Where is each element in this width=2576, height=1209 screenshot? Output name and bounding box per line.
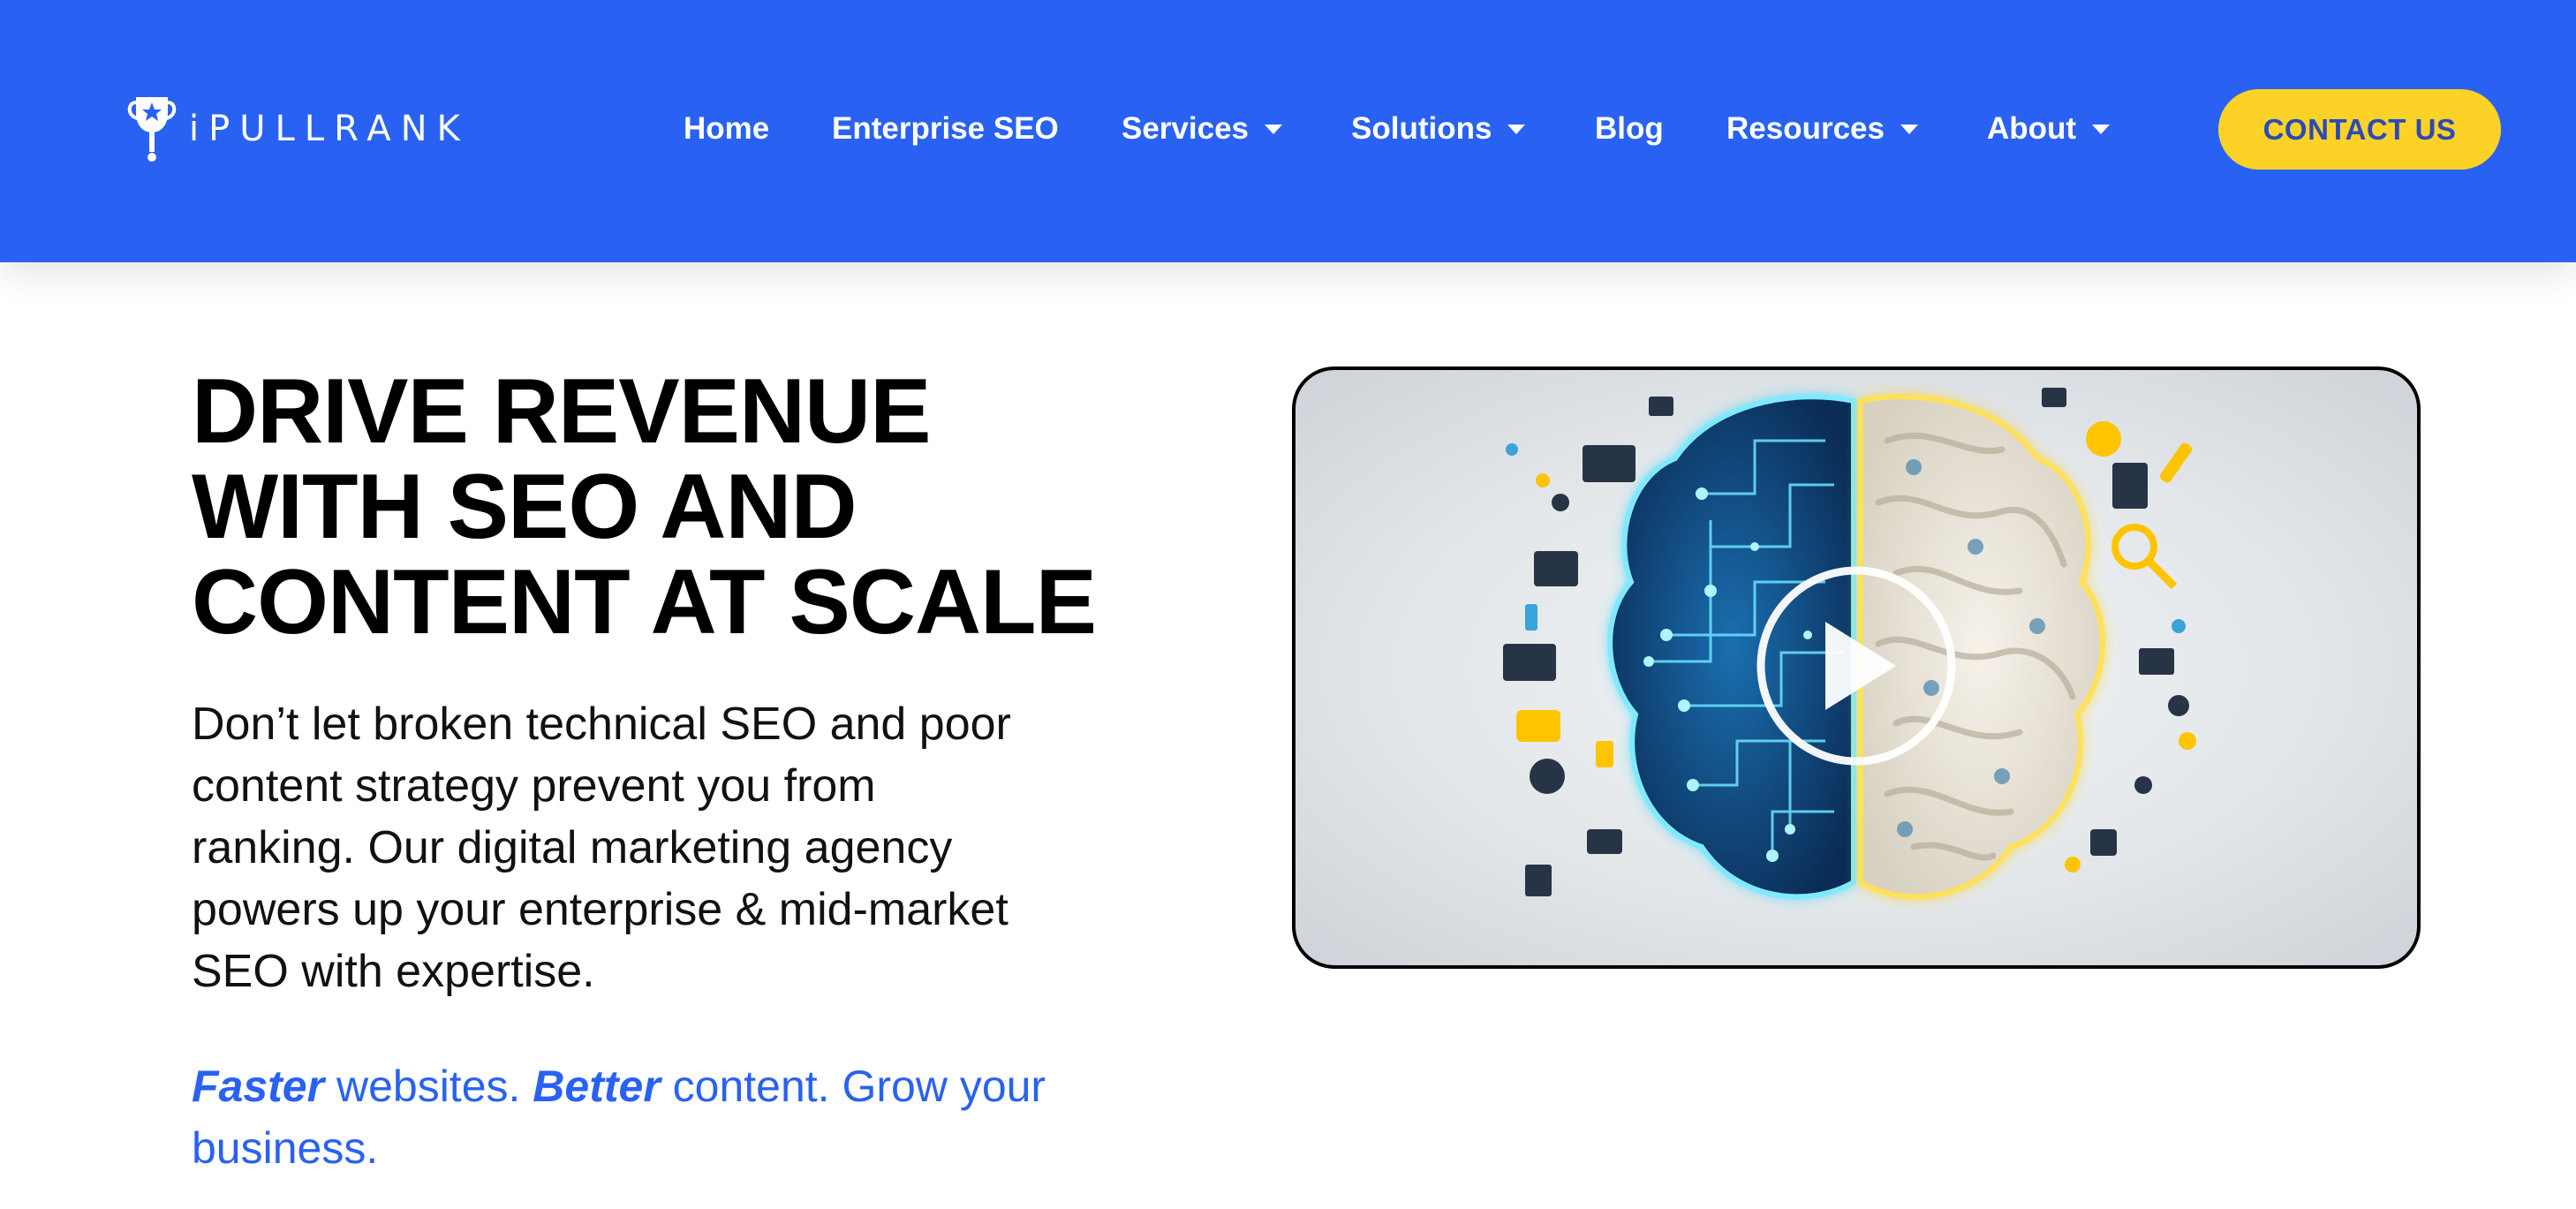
hero-video[interactable] (1292, 366, 2421, 969)
circuit-hemisphere (1607, 394, 1856, 900)
nav-item-enterprise-seo[interactable]: Enterprise SEO (832, 104, 1059, 154)
nav-label: Solutions (1351, 111, 1492, 146)
site-header: iPULLRANK Home Enterprise SEO Services S… (0, 0, 2576, 262)
brain-illustration (1503, 388, 2196, 900)
nav-label: Blog (1595, 111, 1664, 146)
nav-item-resources[interactable]: Resources (1726, 104, 1918, 154)
hero-description-line: Don’t let broken technical SEO and poor (192, 699, 1011, 750)
trophy-icon (127, 97, 177, 162)
hero-title-line: WITH SEO AND (192, 456, 857, 558)
nav-label: Home (684, 111, 770, 146)
caret-down-icon (1507, 124, 1526, 134)
nav-label: Resources (1726, 111, 1885, 146)
hero-title-line: DRIVE REVENUE (192, 360, 932, 463)
hero-description-line: powers up your enterprise & mid-market (192, 884, 1008, 935)
caret-down-icon (2092, 124, 2111, 134)
hero-tagline: Faster websites. Better content. Grow yo… (192, 1055, 1110, 1179)
tagline-emphasis-faster: Faster (192, 1062, 325, 1111)
organic-hemisphere (1858, 394, 2105, 900)
tagline-text: websites. (324, 1062, 533, 1111)
caret-down-icon (1265, 124, 1283, 134)
nav-item-blog[interactable]: Blog (1595, 104, 1664, 154)
nav-item-services[interactable]: Services (1122, 104, 1283, 154)
hero-title-line: CONTENT AT SCALE (192, 551, 1097, 654)
contact-us-button[interactable]: CONTACT US (2218, 89, 2501, 170)
hero-description-line: content strategy prevent you from (192, 760, 876, 812)
logo-text: iPULLRANK (189, 109, 470, 149)
nav-item-about[interactable]: About (1987, 104, 2111, 154)
tagline-emphasis-better: Better (533, 1062, 661, 1111)
nav-label: Services (1122, 111, 1250, 146)
hero-description: Don’t let broken technical SEO and poor … (192, 693, 1110, 1002)
nav-item-home[interactable]: Home (684, 104, 769, 154)
nav-item-solutions[interactable]: Solutions (1351, 104, 1526, 154)
nav-label: About (1987, 111, 2077, 146)
logo[interactable]: iPULLRANK (125, 94, 470, 164)
hero-description-line: ranking. Our digital marketing agency (192, 822, 953, 873)
hero-description-line: SEO with expertise. (192, 946, 595, 997)
hero-title: DRIVE REVENUE WITH SEO AND CONTENT AT SC… (192, 364, 1163, 650)
caret-down-icon (1900, 124, 1918, 134)
nav-label: Enterprise SEO (832, 111, 1059, 146)
